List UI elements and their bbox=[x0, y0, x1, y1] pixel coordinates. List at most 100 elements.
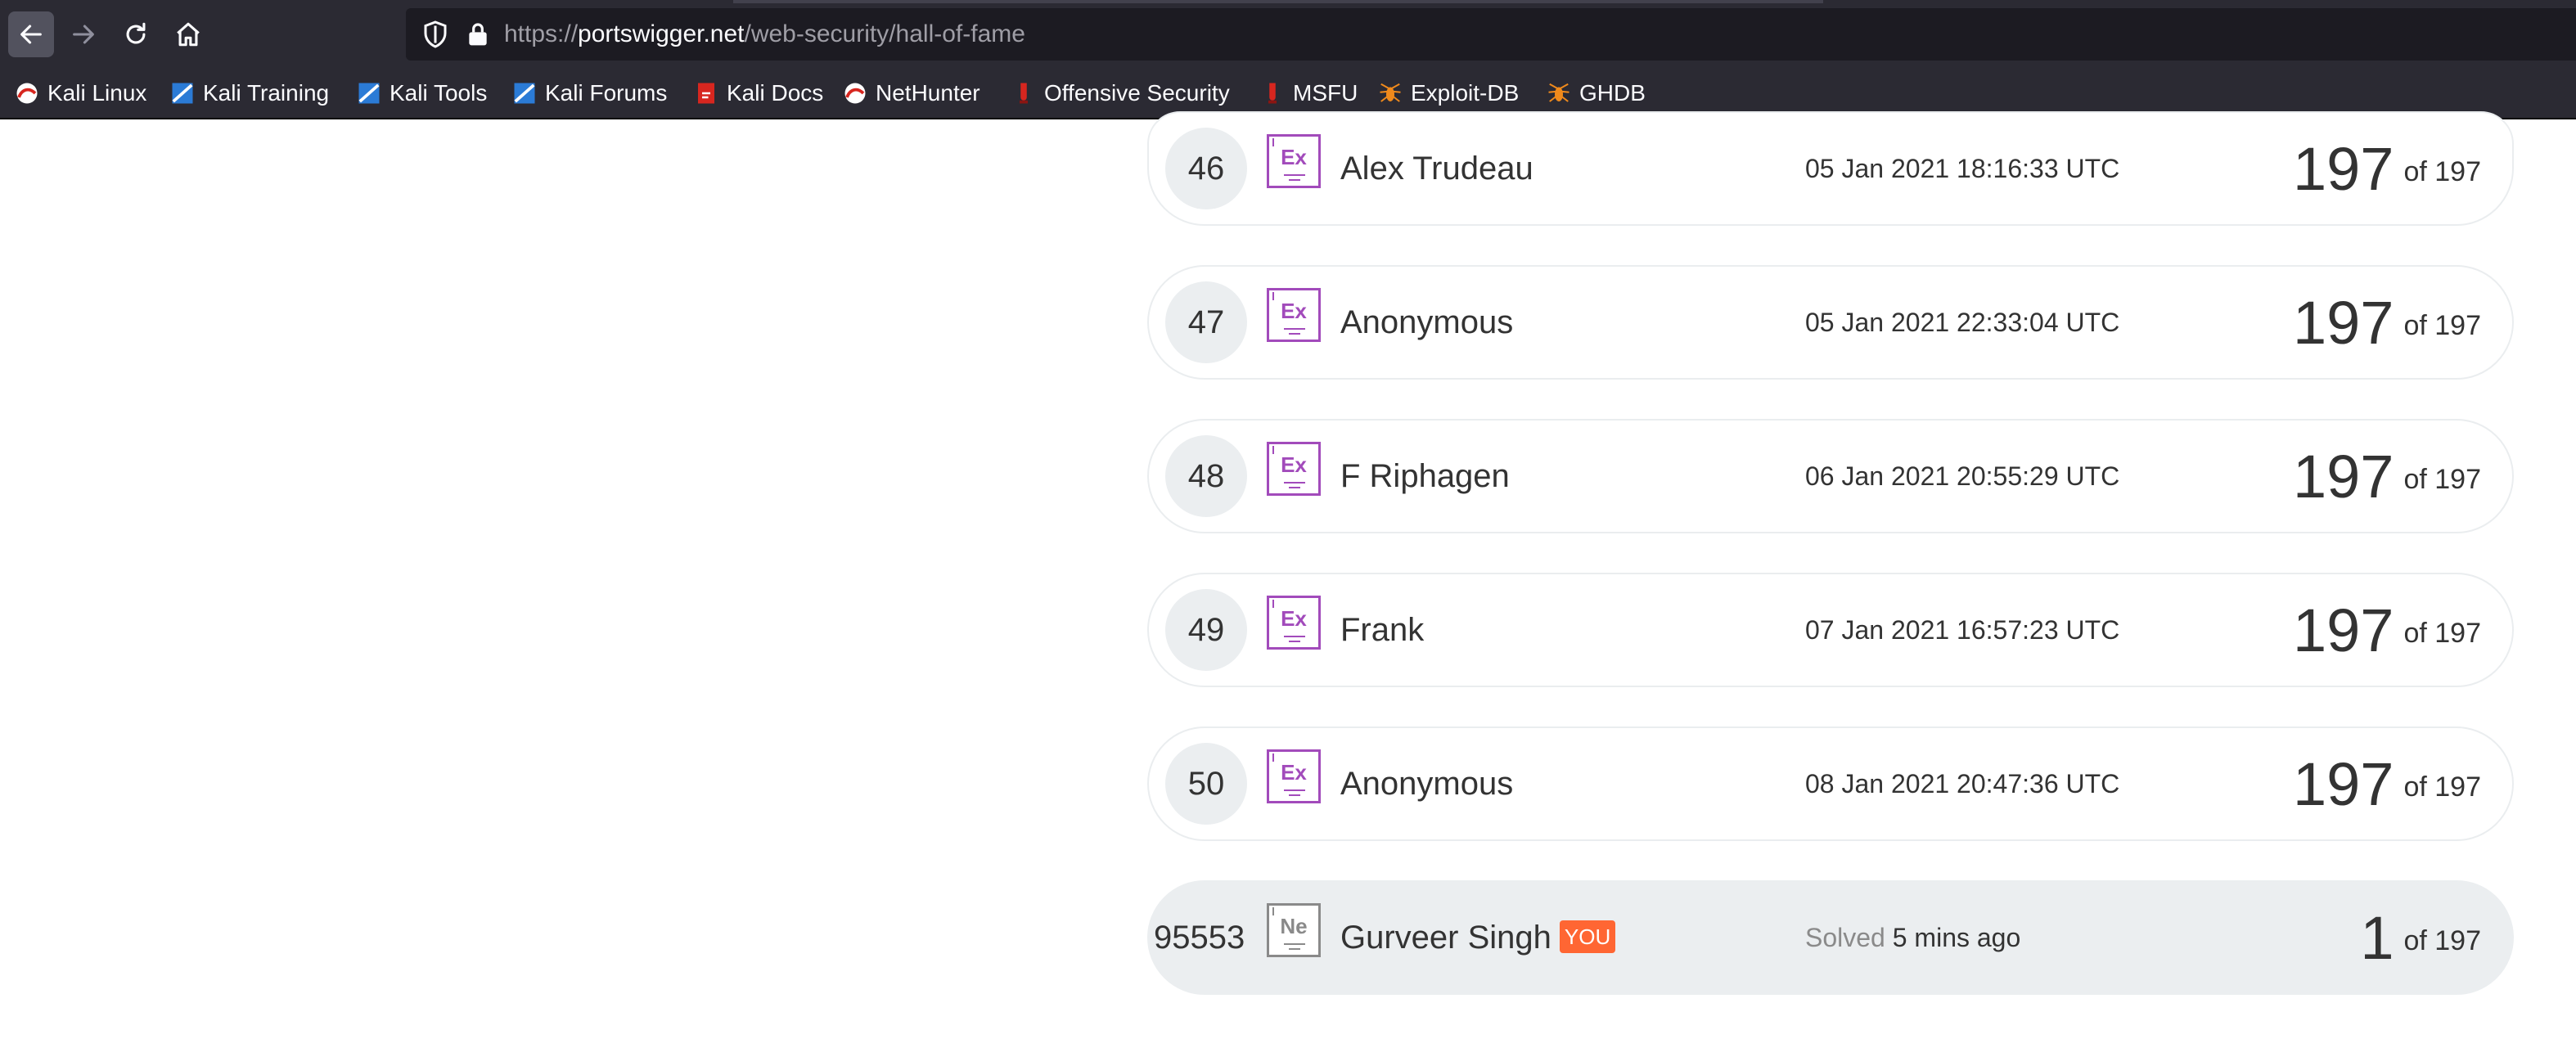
you-badge: YOU bbox=[1559, 920, 1616, 954]
rank-circle: 49 bbox=[1165, 589, 1247, 671]
expert-level-icon: Ex bbox=[1267, 596, 1321, 650]
leaderboard-row: 46 Ex Alex Trudeau 05 Jan 2021 18:16:33 … bbox=[1147, 111, 2514, 226]
level-symbol: Ne bbox=[1280, 914, 1308, 938]
url-text[interactable]: https://portswigger.net/web-security/hal… bbox=[504, 8, 1025, 61]
home-button[interactable] bbox=[165, 11, 211, 57]
bookmark-label: Kali Training bbox=[203, 80, 330, 106]
msfu-icon bbox=[1268, 83, 1277, 104]
newbie-level-icon: Ne bbox=[1267, 903, 1321, 957]
score-value: 197 bbox=[2293, 442, 2394, 511]
leaderboard-row: 47 Ex Anonymous 05 Jan 2021 22:33:04 UTC… bbox=[1147, 265, 2514, 380]
solved-time: Solved 5 mins ago bbox=[1805, 882, 2020, 993]
expert-level-icon: Ex bbox=[1267, 749, 1321, 803]
exploit-db-icon bbox=[1380, 83, 1401, 102]
bookmark-kali-tools[interactable]: Kali Tools bbox=[357, 69, 487, 118]
bookmark-ghdb[interactable]: GHDB bbox=[1547, 69, 1646, 118]
score-value: 197 bbox=[2293, 134, 2394, 203]
offsec-icon bbox=[1020, 83, 1028, 104]
current-user-row: 95553 Ne Gurveer Singh YOU Solved 5 mins … bbox=[1147, 880, 2514, 995]
score-value: 197 bbox=[2293, 288, 2394, 357]
bookmark-kali-linux[interactable]: Kali Linux bbox=[15, 69, 146, 118]
kali-tools-icon bbox=[358, 83, 380, 104]
score-total: of 197 bbox=[2403, 924, 2481, 956]
bookmark-offensive-security[interactable]: Offensive Security bbox=[1011, 69, 1230, 118]
level-symbol: Ex bbox=[1281, 452, 1307, 477]
arrow-right-icon bbox=[73, 25, 94, 44]
reload-button[interactable] bbox=[113, 11, 159, 57]
completion-date: 05 Jan 2021 22:33:04 UTC bbox=[1805, 308, 2120, 337]
level-symbol: Ex bbox=[1281, 606, 1307, 631]
url-host: portswigger.net bbox=[578, 20, 745, 47]
score-total: of 197 bbox=[2403, 463, 2481, 495]
player-name: Anonymous bbox=[1340, 766, 1514, 802]
kali-docs-icon bbox=[698, 83, 714, 104]
player-name: Frank bbox=[1340, 612, 1425, 648]
score-value: 197 bbox=[2293, 596, 2394, 664]
bookmark-label: Kali Tools bbox=[390, 80, 488, 106]
expert-level-icon: Ex bbox=[1267, 134, 1321, 188]
bookmark-kali-forums[interactable]: Kali Forums bbox=[512, 69, 667, 118]
bookmark-label: Kali Docs bbox=[727, 80, 824, 106]
user-rank: 95553 bbox=[1154, 919, 1245, 956]
url-scheme: https:// bbox=[504, 20, 579, 47]
forward-button[interactable] bbox=[61, 11, 106, 57]
solved-label: Solved bbox=[1805, 923, 1885, 952]
back-button[interactable] bbox=[8, 11, 54, 57]
nethunter-icon bbox=[844, 83, 866, 104]
bookmark-msfu[interactable]: MSFU bbox=[1260, 69, 1358, 118]
leaderboard-row: 48 Ex F Riphagen 06 Jan 2021 20:55:29 UT… bbox=[1147, 419, 2514, 533]
score: 197 of 197 bbox=[2293, 728, 2481, 839]
rank-circle: 46 bbox=[1165, 128, 1247, 209]
completion-date: 05 Jan 2021 18:16:33 UTC bbox=[1805, 154, 2120, 183]
leaderboard-row: 50 Ex Anonymous 08 Jan 2021 20:47:36 UTC… bbox=[1147, 726, 2514, 841]
player-name: Anonymous bbox=[1340, 304, 1514, 340]
bookmark-kali-docs[interactable]: Kali Docs bbox=[694, 69, 823, 118]
score-total: of 197 bbox=[2403, 155, 2481, 187]
player-name: F Riphagen bbox=[1340, 458, 1510, 494]
reload-icon bbox=[126, 22, 146, 44]
solved-when: 5 mins ago bbox=[1892, 923, 2021, 952]
completion-date: 08 Jan 2021 20:47:36 UTC bbox=[1805, 769, 2120, 798]
url-bar[interactable]: https://portswigger.net/web-security/hal… bbox=[406, 8, 2576, 61]
bookmark-label: GHDB bbox=[1579, 80, 1646, 106]
bookmark-label: MSFU bbox=[1293, 80, 1358, 106]
score-value: 1 bbox=[2360, 903, 2394, 972]
expert-level-icon: Ex bbox=[1267, 442, 1321, 496]
tracking-shield-icon[interactable] bbox=[421, 20, 450, 49]
score: 197 of 197 bbox=[2293, 113, 2481, 224]
kali-forums-icon bbox=[514, 83, 535, 104]
bookmark-exploit-db[interactable]: Exploit-DB bbox=[1378, 69, 1519, 118]
active-tab-indicator bbox=[733, 0, 1823, 3]
lock-icon[interactable] bbox=[465, 20, 491, 49]
completion-date: 07 Jan 2021 16:57:23 UTC bbox=[1805, 615, 2120, 645]
rank-circle: 50 bbox=[1165, 743, 1247, 825]
ghdb-icon bbox=[1548, 83, 1569, 102]
bookmark-kali-training[interactable]: Kali Training bbox=[170, 69, 329, 118]
score: 197 of 197 bbox=[2293, 574, 2481, 686]
expert-level-icon: Ex bbox=[1267, 288, 1321, 342]
score-total: of 197 bbox=[2403, 309, 2481, 341]
kali-icon bbox=[16, 83, 38, 104]
level-symbol: Ex bbox=[1281, 145, 1307, 169]
leaderboard-row: 49 Ex Frank 07 Jan 2021 16:57:23 UTC 197… bbox=[1147, 573, 2514, 687]
bookmark-label: Exploit-DB bbox=[1411, 80, 1520, 106]
bookmark-label: Kali Linux bbox=[47, 80, 147, 106]
score-total: of 197 bbox=[2403, 771, 2481, 803]
browser-toolbar: https://portswigger.net/web-security/hal… bbox=[0, 0, 2576, 69]
rank-circle: 47 bbox=[1165, 281, 1247, 363]
bookmark-nethunter[interactable]: NetHunter bbox=[843, 69, 980, 118]
score-value: 197 bbox=[2293, 749, 2394, 818]
score: 1 of 197 bbox=[2360, 882, 2481, 993]
kali-training-icon bbox=[172, 83, 193, 104]
player-name: Gurveer Singh YOU bbox=[1340, 882, 1616, 993]
score: 197 of 197 bbox=[2293, 421, 2481, 532]
rank-circle: 48 bbox=[1165, 435, 1247, 517]
bookmark-label: NetHunter bbox=[876, 80, 980, 106]
url-path: /web-security/hall-of-fame bbox=[744, 20, 1025, 47]
player-name-text: Gurveer Singh bbox=[1340, 920, 1551, 956]
player-name: Alex Trudeau bbox=[1340, 151, 1533, 187]
score-total: of 197 bbox=[2403, 617, 2481, 649]
level-symbol: Ex bbox=[1281, 299, 1307, 323]
completion-date: 06 Jan 2021 20:55:29 UTC bbox=[1805, 461, 2120, 491]
home-icon bbox=[177, 22, 200, 47]
